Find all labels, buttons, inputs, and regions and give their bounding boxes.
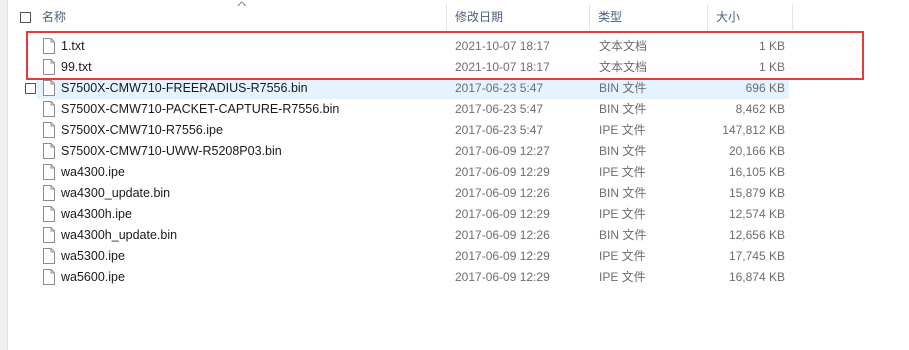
file-row[interactable]: wa5300.ipe 2017-06-09 12:29 IPE 文件 17,745 K…: [37, 246, 789, 267]
file-size: 17,745 KB: [728, 249, 785, 263]
document-file-icon: [43, 164, 55, 180]
column-divider[interactable]: [589, 4, 590, 30]
file-name: S7500X-CMW710-R7556.ipe: [61, 123, 223, 137]
document-file-icon: [43, 101, 55, 117]
file-name: wa4300.ipe: [61, 165, 125, 179]
annotation-highlight-box: [26, 31, 864, 80]
column-header-name[interactable]: 名称: [36, 4, 446, 30]
column-divider[interactable]: [707, 4, 708, 30]
file-date: 2017-06-09 12:29: [455, 165, 550, 179]
file-row[interactable]: wa4300h.ipe 2017-06-09 12:29 IPE 文件 12,574 …: [37, 204, 789, 225]
file-size: 15,879 KB: [728, 186, 785, 200]
file-size: 696 KB: [745, 81, 785, 95]
select-all-checkbox[interactable]: [20, 12, 31, 23]
file-name: S7500X-CMW710-UWW-R5208P03.bin: [61, 144, 282, 158]
file-type: IPE 文件: [599, 270, 646, 284]
document-file-icon: [43, 80, 55, 96]
file-date: 2017-06-09 12:29: [455, 249, 550, 263]
file-size: 12,574 KB: [728, 207, 785, 221]
column-header-name-label: 名称: [42, 10, 67, 24]
file-row[interactable]: wa4300_update.bin 2017-06-09 12:26 BIN 文件 1…: [37, 183, 789, 204]
document-file-icon: [43, 269, 55, 285]
file-size: 20,166 KB: [728, 144, 785, 158]
column-header-type[interactable]: 类型: [592, 4, 707, 30]
file-name: wa4300h.ipe: [61, 207, 132, 221]
file-row[interactable]: wa5600.ipe 2017-06-09 12:29 IPE 文件 16,874 K…: [37, 267, 789, 288]
column-divider[interactable]: [792, 4, 793, 30]
file-row[interactable]: S7500X-CMW710-PACKET-CAPTURE-R7556.bin 20…: [37, 99, 789, 120]
file-size: 8,462 KB: [735, 102, 785, 116]
file-type: IPE 文件: [599, 249, 646, 263]
file-date: 2017-06-09 12:29: [455, 270, 550, 284]
file-row[interactable]: S7500X-CMW710-FREERADIUS-R7556.bin 2017-0…: [25, 78, 789, 99]
file-date: 2017-06-09 12:26: [455, 186, 550, 200]
file-date: 2017-06-09 12:29: [455, 207, 550, 221]
document-file-icon: [43, 248, 55, 264]
left-pane-edge: [0, 0, 8, 350]
document-file-icon: [43, 185, 55, 201]
file-size: 147,812 KB: [722, 123, 785, 137]
file-type: IPE 文件: [599, 207, 646, 221]
file-row[interactable]: S7500X-CMW710-R7556.ipe 2017-06-23 5:47 IP…: [37, 120, 789, 141]
file-type: BIN 文件: [599, 102, 647, 116]
file-size: 16,105 KB: [728, 165, 785, 179]
column-header-bar: ^ 名称 修改日期 类型 大小: [16, 0, 796, 30]
document-file-icon: [43, 122, 55, 138]
file-type: IPE 文件: [599, 123, 646, 137]
file-date: 2017-06-23 5:47: [455, 81, 544, 95]
document-file-icon: [43, 206, 55, 222]
file-type: BIN 文件: [599, 186, 647, 200]
file-name: wa5300.ipe: [61, 249, 125, 263]
column-header-date-label: 修改日期: [455, 10, 504, 24]
column-divider[interactable]: [446, 4, 447, 30]
file-type: BIN 文件: [599, 81, 647, 95]
column-header-size-label: 大小: [716, 10, 741, 24]
file-size: 12,656 KB: [728, 228, 785, 242]
column-header-date[interactable]: 修改日期: [449, 4, 589, 30]
column-header-type-label: 类型: [598, 10, 623, 24]
file-row[interactable]: S7500X-CMW710-UWW-R5208P03.bin 2017-06-09…: [37, 141, 789, 162]
file-date: 2017-06-23 5:47: [455, 123, 544, 137]
file-date: 2017-06-09 12:27: [455, 144, 550, 158]
file-size: 16,874 KB: [728, 270, 785, 284]
document-file-icon: [43, 143, 55, 159]
file-row[interactable]: wa4300.ipe 2017-06-09 12:29 IPE 文件 16,105 K…: [37, 162, 789, 183]
file-type: BIN 文件: [599, 144, 647, 158]
document-file-icon: [43, 227, 55, 243]
file-name: wa4300_update.bin: [61, 186, 171, 200]
file-type: IPE 文件: [599, 165, 646, 179]
file-date: 2017-06-09 12:26: [455, 228, 550, 242]
row-checkbox[interactable]: [25, 83, 36, 94]
column-header-size[interactable]: 大小: [710, 4, 790, 30]
file-date: 2017-06-23 5:47: [455, 102, 544, 116]
file-name: S7500X-CMW710-FREERADIUS-R7556.bin: [61, 81, 308, 95]
file-row[interactable]: wa4300h_update.bin 2017-06-09 12:26 BIN 文件…: [37, 225, 789, 246]
file-name: wa4300h_update.bin: [61, 228, 178, 242]
file-type: BIN 文件: [599, 228, 647, 242]
file-name: S7500X-CMW710-PACKET-CAPTURE-R7556.bin: [61, 102, 340, 116]
file-name: wa5600.ipe: [61, 270, 125, 284]
